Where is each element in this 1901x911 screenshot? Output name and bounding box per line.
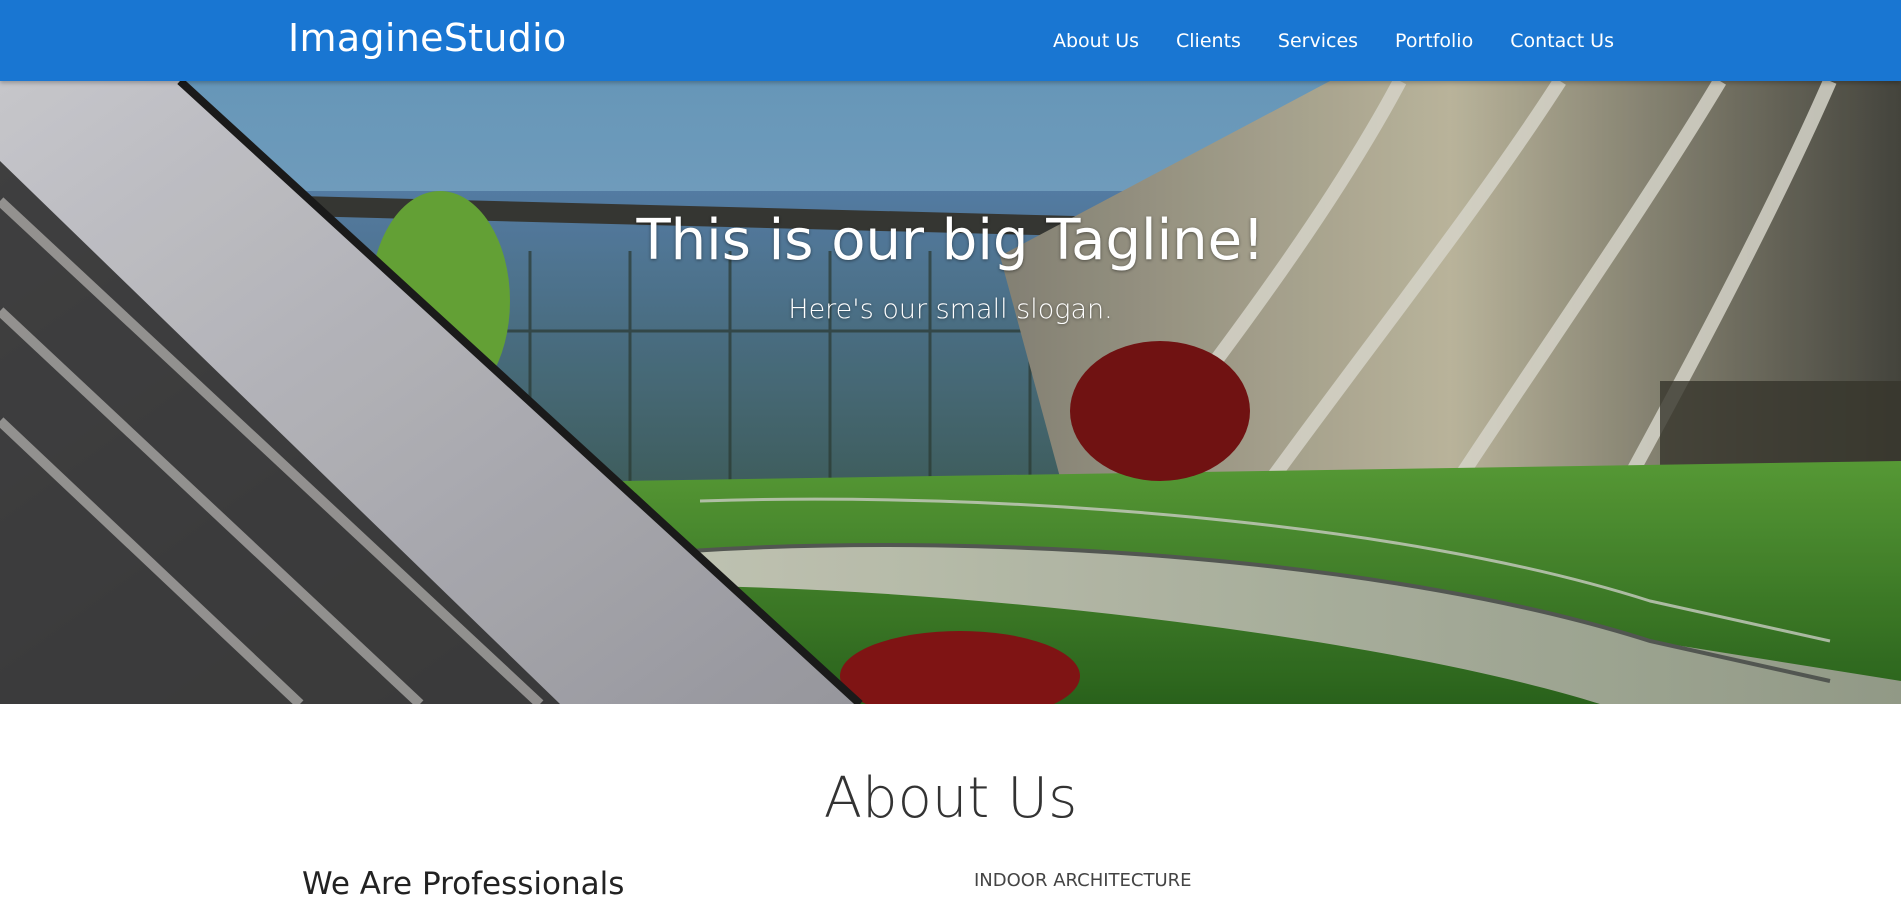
about-left-heading: We Are Professionals [302, 866, 625, 902]
hero-background-image [0, 81, 1901, 704]
nav-link-clients[interactable]: Clients [1176, 30, 1241, 52]
nav-link-services[interactable]: Services [1278, 30, 1358, 52]
site-header: ImagineStudio About Us Clients Services … [0, 0, 1901, 81]
nav-link-portfolio[interactable]: Portfolio [1395, 30, 1473, 52]
about-right-label: INDOOR ARCHITECTURE [974, 870, 1192, 891]
hero-banner: This is our big Tagline! Here's our smal… [0, 81, 1901, 704]
about-section-title: About Us [823, 766, 1078, 831]
nav-link-about-us[interactable]: About Us [1053, 30, 1139, 52]
brand-logo-link[interactable]: ImagineStudio [288, 16, 567, 60]
nav-link-contact-us[interactable]: Contact Us [1510, 30, 1614, 52]
hero-tagline: This is our big Tagline! [636, 208, 1265, 273]
main-nav: About Us Clients Services Portfolio Cont… [1016, 0, 1614, 81]
hero-slogan: Here's our small slogan. [788, 294, 1113, 325]
